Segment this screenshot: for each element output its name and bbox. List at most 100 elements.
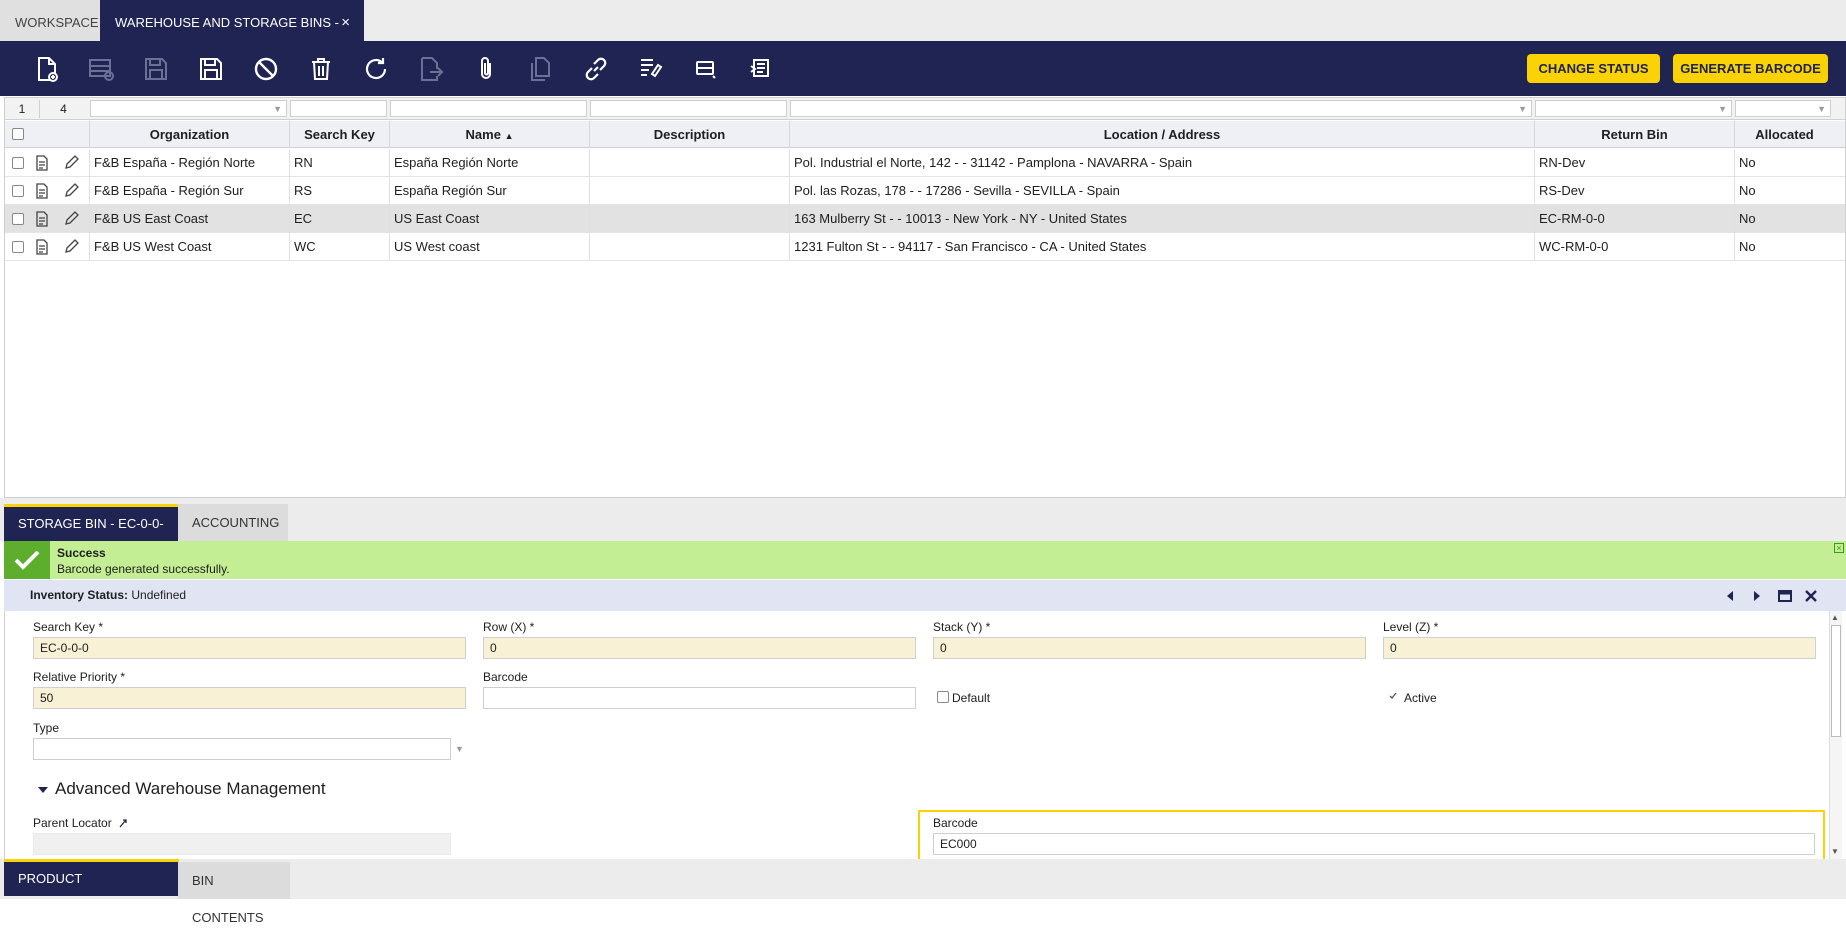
- barcode-advanced-field[interactable]: EC000: [933, 833, 1815, 855]
- filter-search-key[interactable]: [290, 100, 387, 117]
- cell-allocated: No: [1734, 177, 1834, 205]
- filter-return-bin[interactable]: ▼: [1535, 100, 1732, 117]
- sort-asc-icon: ▲: [504, 131, 514, 141]
- parent-locator-field[interactable]: [33, 833, 451, 855]
- active-label: Active: [1404, 691, 1437, 705]
- table-row[interactable]: F&B España - Región Sur RS España Región…: [5, 177, 1845, 205]
- select-all-checkbox[interactable]: [12, 128, 24, 140]
- form-scrollbar[interactable]: ▲ ▼: [1829, 611, 1842, 859]
- chevron-down-icon[interactable]: ▼: [1718, 104, 1727, 114]
- cell-location: Pol. Industrial el Norte, 142 - - 31142 …: [789, 149, 1534, 177]
- chevron-down-icon[interactable]: ▼: [1817, 104, 1826, 114]
- stack-field[interactable]: 0: [933, 637, 1366, 659]
- link-arrow-icon[interactable]: [118, 818, 128, 828]
- tab-product-transactions[interactable]: PRODUCT TRANSACTIONS: [4, 859, 179, 919]
- undo-icon[interactable]: [251, 54, 281, 84]
- message-title: Success: [57, 546, 106, 560]
- chevron-down-icon[interactable]: ▼: [1518, 104, 1527, 114]
- attach-icon[interactable]: [471, 54, 501, 84]
- cell-return-bin: EC-RM-0-0: [1534, 205, 1734, 233]
- active-checkmark-icon[interactable]: [1388, 691, 1398, 701]
- row-checkbox[interactable]: [12, 157, 24, 169]
- form-view-icon[interactable]: [34, 211, 50, 227]
- scroll-up-icon[interactable]: ▲: [1831, 613, 1839, 622]
- level-field[interactable]: 0: [1383, 637, 1816, 659]
- new-document-icon[interactable]: [31, 54, 61, 84]
- tab-bin-contents[interactable]: BIN CONTENTS: [178, 862, 290, 925]
- relative-priority-field[interactable]: 50: [33, 687, 466, 709]
- col-return-bin[interactable]: Return Bin: [1534, 121, 1734, 148]
- section-advanced-warehouse[interactable]: Advanced Warehouse Management: [55, 779, 326, 799]
- cell-name: US East Coast: [389, 205, 589, 233]
- edit-pencil-icon[interactable]: [63, 155, 79, 171]
- filter-location[interactable]: ▼: [790, 100, 1532, 117]
- inventory-status-value: Undefined: [131, 588, 187, 602]
- close-tab-icon[interactable]: ×: [341, 0, 350, 45]
- notes-icon[interactable]: [746, 54, 776, 84]
- close-form-icon[interactable]: [1804, 589, 1818, 603]
- tab-storage-bin[interactable]: STORAGE BIN - EC-0-0-0: [4, 504, 178, 564]
- filter-name[interactable]: [390, 100, 587, 117]
- col-name[interactable]: Name ▲: [389, 121, 589, 148]
- link-icon[interactable]: [581, 54, 611, 84]
- cell-organization: F&B US East Coast: [89, 205, 289, 233]
- tab-warehouse-storage-bins[interactable]: WAREHOUSE AND STORAGE BINS - U... ×: [100, 0, 364, 75]
- next-record-icon[interactable]: [1751, 590, 1763, 602]
- generate-barcode-button[interactable]: GENERATE BARCODE: [1673, 54, 1828, 83]
- col-description[interactable]: Description: [589, 121, 789, 148]
- previous-record-icon[interactable]: [1724, 590, 1736, 602]
- default-checkbox[interactable]: [937, 691, 949, 703]
- col-organization[interactable]: Organization: [89, 121, 289, 148]
- type-select[interactable]: [33, 738, 451, 760]
- col-allocated[interactable]: Allocated: [1734, 121, 1834, 148]
- page-number: 1: [18, 102, 26, 116]
- new-row-icon[interactable]: [86, 54, 116, 84]
- row-checkbox[interactable]: [12, 241, 24, 253]
- collapse-section-icon[interactable]: [37, 784, 49, 796]
- barcode-field[interactable]: [483, 687, 916, 709]
- tab-workspace[interactable]: WORKSPACE: [0, 0, 100, 41]
- form-view-icon[interactable]: [34, 183, 50, 199]
- edit-pencil-icon[interactable]: [63, 183, 79, 199]
- edit-pencil-icon[interactable]: [63, 211, 79, 227]
- chevron-down-icon[interactable]: ▼: [273, 104, 282, 114]
- row-checkbox[interactable]: [12, 213, 24, 225]
- save-icon[interactable]: [141, 54, 171, 84]
- maximize-icon[interactable]: [1778, 589, 1792, 603]
- print-icon[interactable]: [691, 54, 721, 84]
- filter-description[interactable]: [590, 100, 787, 117]
- col-location[interactable]: Location / Address: [789, 121, 1534, 148]
- form-view-icon[interactable]: [34, 155, 50, 171]
- refresh-icon[interactable]: [361, 54, 391, 84]
- tab-accounting[interactable]: ACCOUNTING: [178, 504, 288, 541]
- level-label: Level (Z) *: [1383, 620, 1439, 634]
- table-row-selected[interactable]: F&B US East Coast EC US East Coast 163 M…: [5, 205, 1845, 233]
- filter-organization[interactable]: ▼: [90, 100, 287, 117]
- cell-name: US West coast: [389, 233, 589, 261]
- stack-label: Stack (Y) *: [933, 620, 991, 634]
- search-key-field[interactable]: EC-0-0-0: [33, 637, 466, 659]
- table-row[interactable]: F&B US West Coast WC US West coast 1231 …: [5, 233, 1845, 261]
- inventory-status: Inventory Status: Undefined: [30, 588, 186, 602]
- scroll-down-icon[interactable]: ▼: [1831, 847, 1839, 856]
- close-message-icon[interactable]: ×: [1834, 543, 1844, 553]
- tree-icon[interactable]: [636, 54, 666, 84]
- edit-pencil-icon[interactable]: [63, 239, 79, 255]
- row-checkbox[interactable]: [12, 185, 24, 197]
- save-close-icon[interactable]: [196, 54, 226, 84]
- export-icon[interactable]: [416, 54, 446, 84]
- row-field[interactable]: 0: [483, 637, 916, 659]
- cell-location: 1231 Fulton St - - 94117 - San Francisco…: [789, 233, 1534, 261]
- clone-icon[interactable]: [526, 54, 556, 84]
- table-row[interactable]: F&B España - Región Norte RN España Regi…: [5, 149, 1845, 177]
- chevron-down-icon[interactable]: ▼: [455, 744, 464, 754]
- change-status-button[interactable]: CHANGE STATUS: [1527, 54, 1660, 83]
- filter-row: 1 4 ▼ ▼ ▼ ▼: [5, 98, 1845, 120]
- detail-tab-bar: STORAGE BIN - EC-0-0-0 ACCOUNTING: [0, 498, 1846, 564]
- form-view-icon[interactable]: [34, 239, 50, 255]
- col-search-key[interactable]: Search Key: [289, 121, 389, 148]
- filter-allocated[interactable]: ▼: [1735, 100, 1831, 117]
- scrollbar-thumb[interactable]: [1831, 625, 1841, 737]
- storage-bins-grid: 1 4 ▼ ▼ ▼ ▼ Organization Search Key Name…: [4, 97, 1846, 498]
- delete-icon[interactable]: [306, 54, 336, 84]
